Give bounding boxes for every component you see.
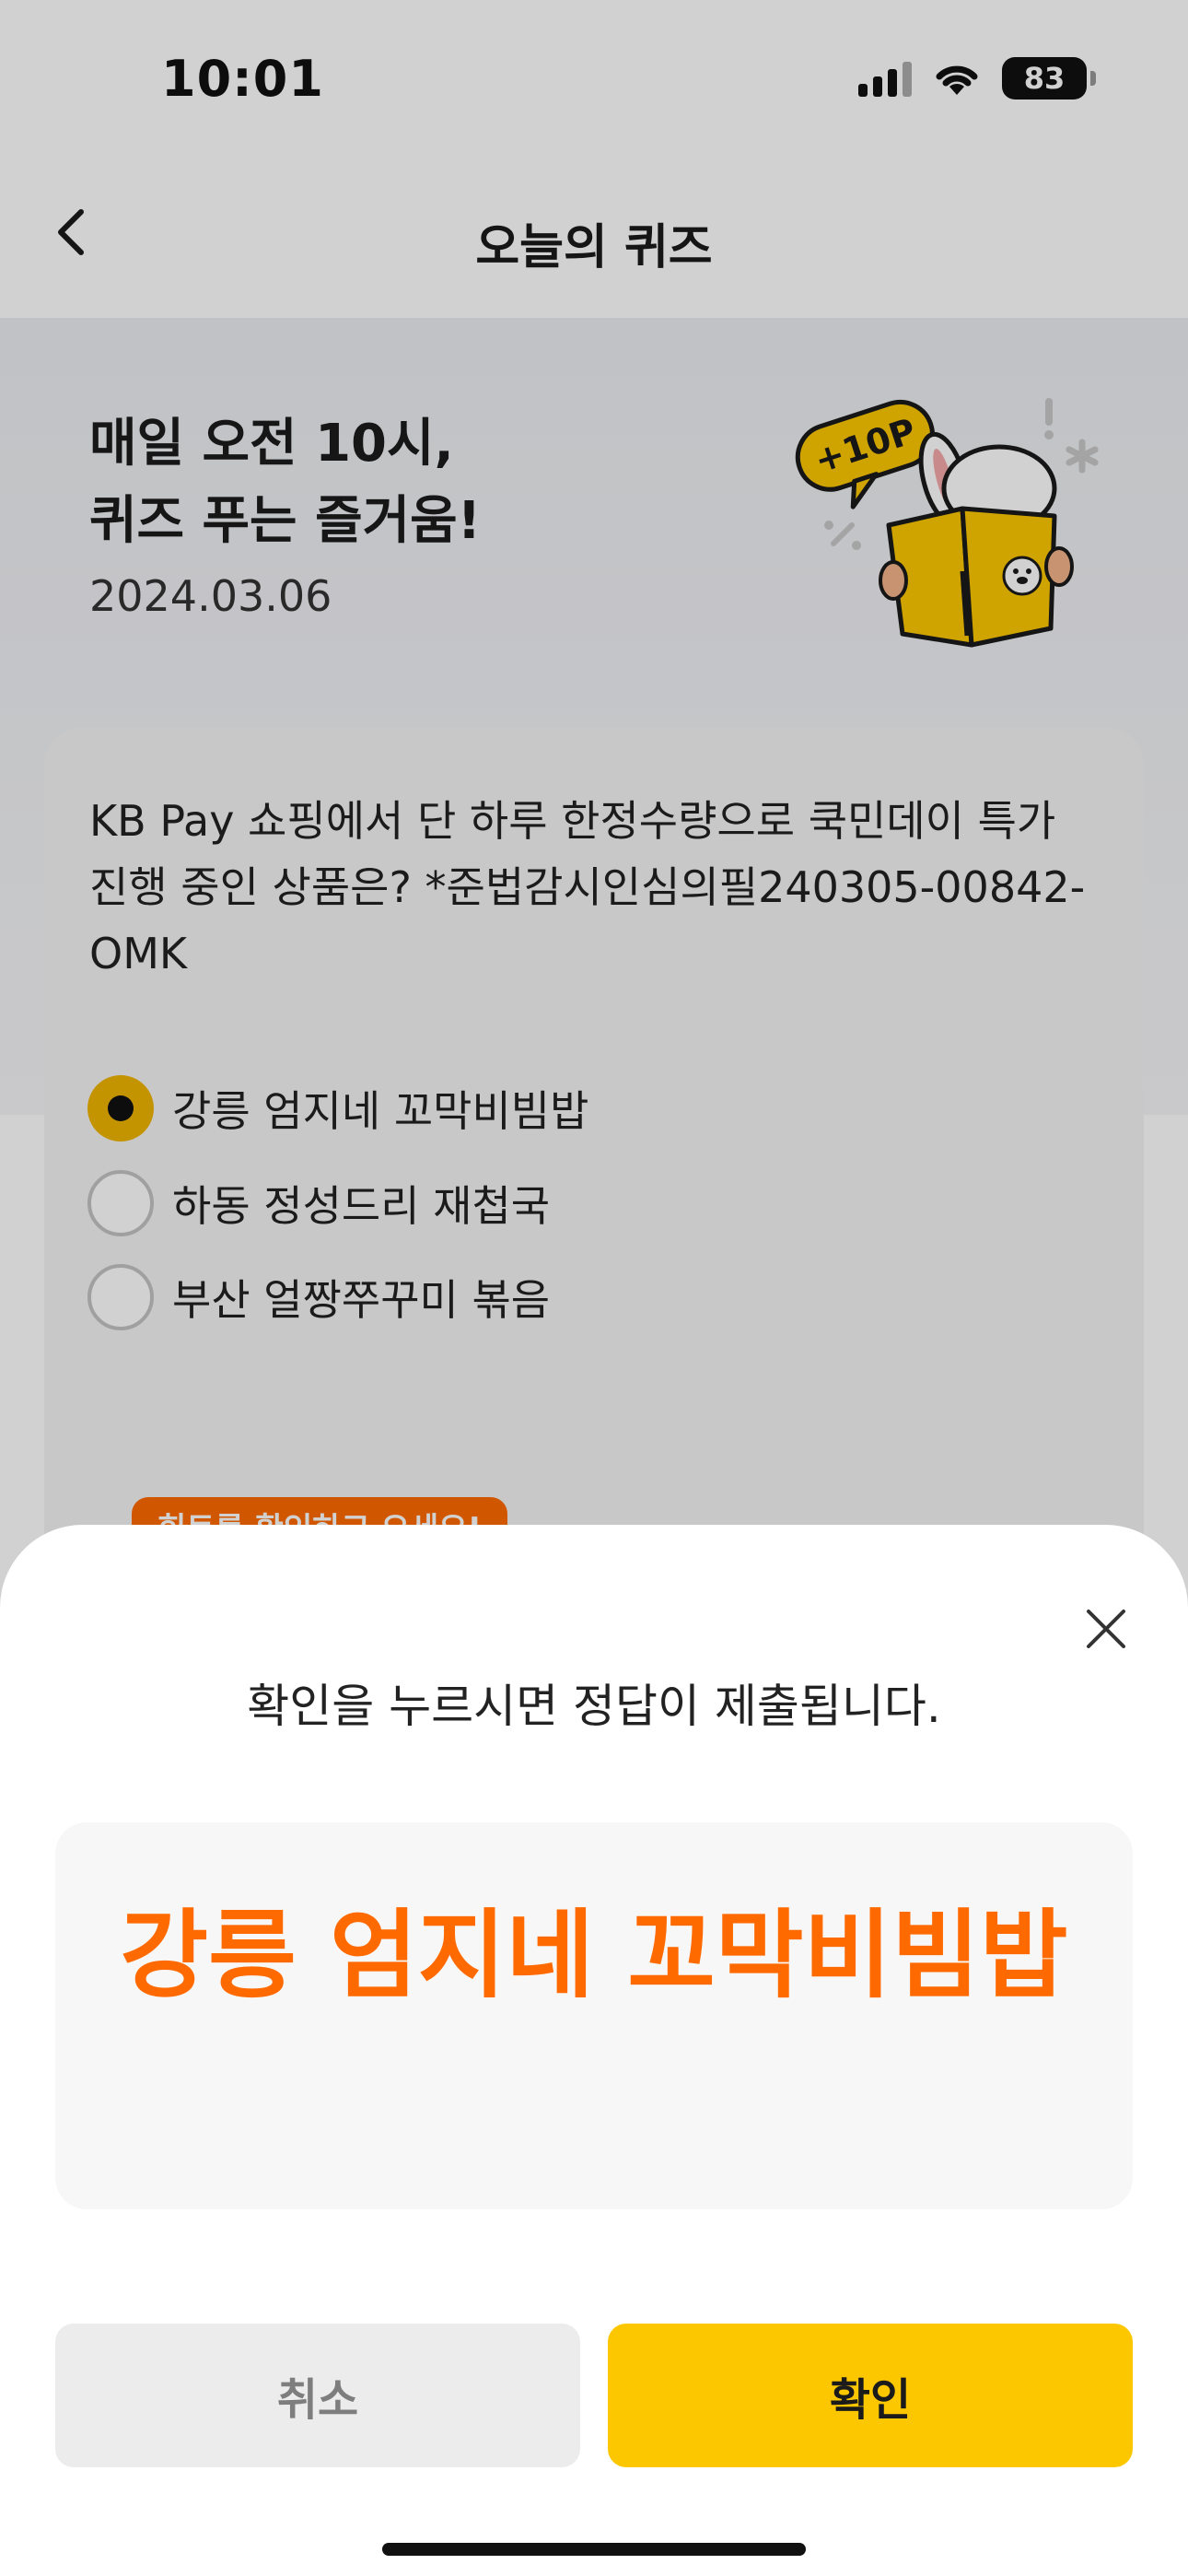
submit-notice: 확인을 누르시면 정답이 제출됩니다. [247,1680,941,1733]
confirm-button[interactable]: 확인 [608,2324,1133,2467]
close-icon[interactable] [1076,1598,1136,1659]
home-indicator[interactable] [382,2543,806,2556]
selected-answer-box [55,1822,1133,2209]
selected-answer-text: 강릉 엄지네 꼬막비빔밥 [120,1899,1068,2011]
cancel-button[interactable]: 취소 [55,2324,580,2467]
